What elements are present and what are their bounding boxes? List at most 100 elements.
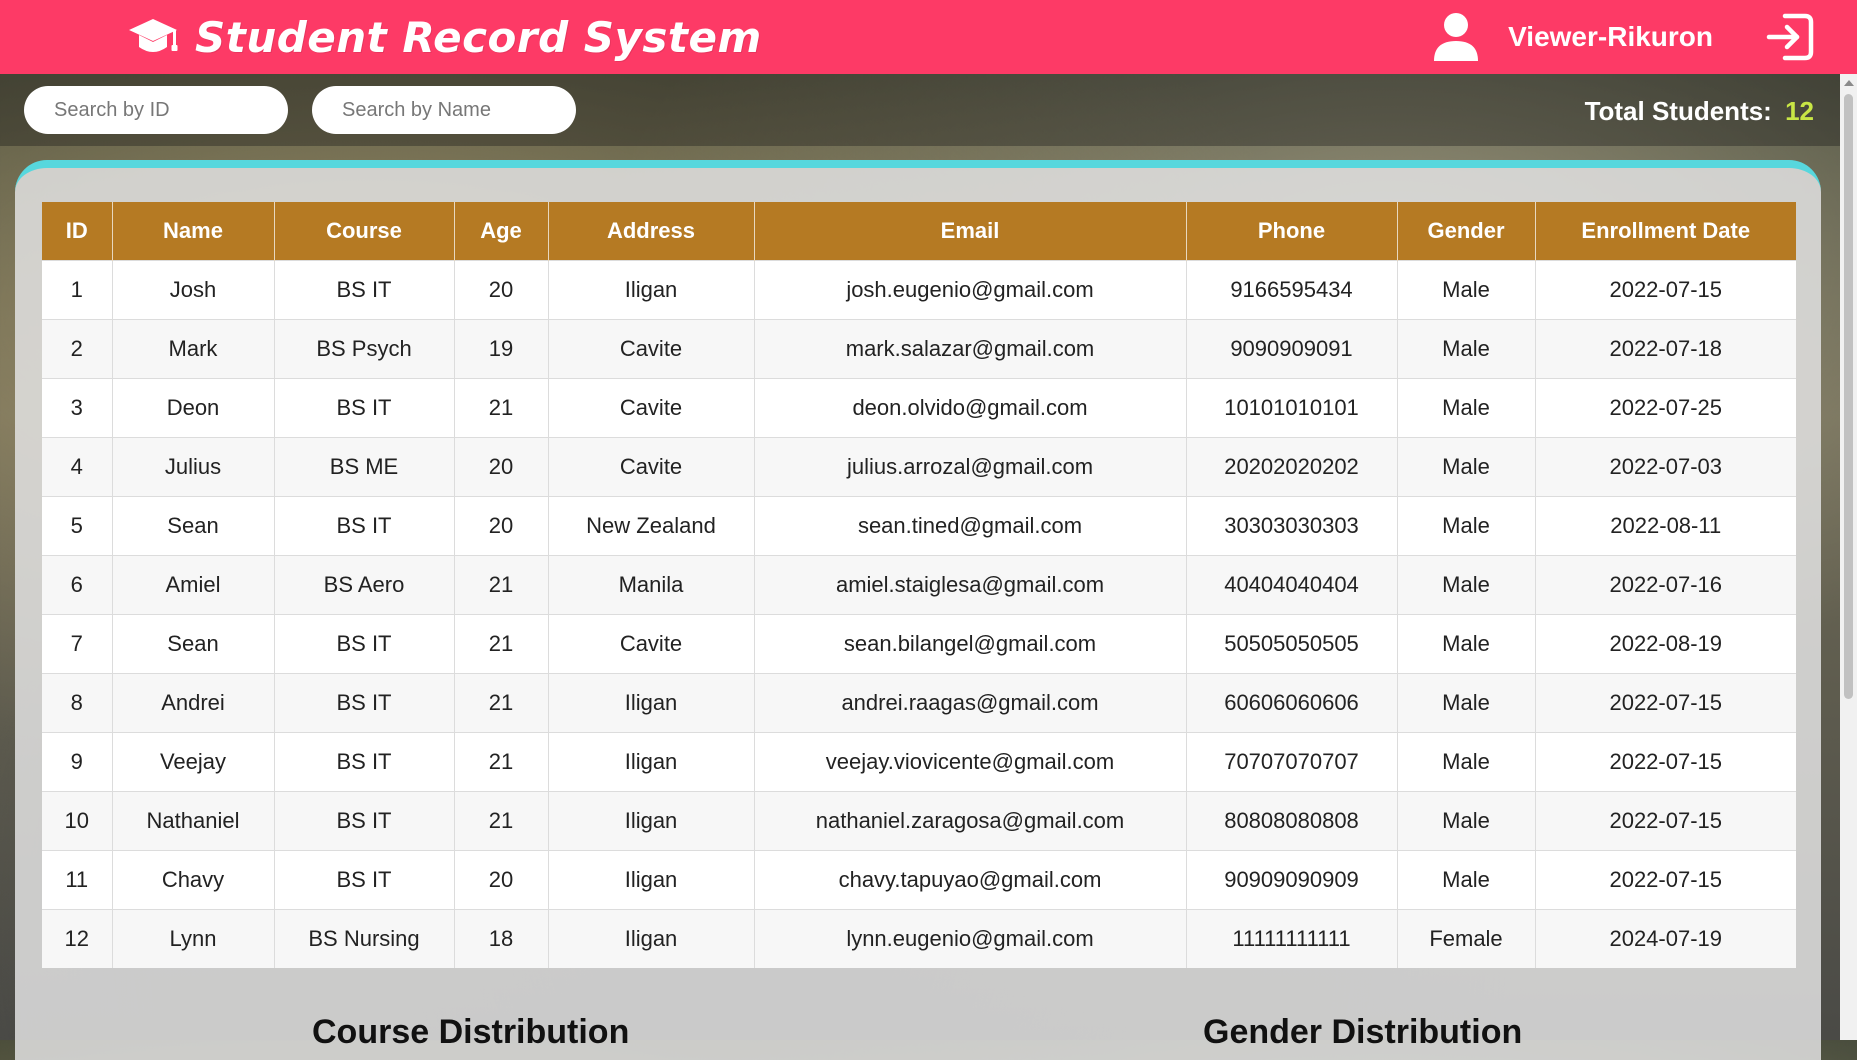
cell-email: julius.arrozal@gmail.com	[754, 437, 1187, 497]
cell-age: 20	[454, 850, 549, 910]
student-table-container: ID Name Course Age Address Email Phone Gender En…	[42, 202, 1796, 968]
cell-email: deon.olvido@gmail.com	[754, 378, 1187, 438]
cell-email: sean.tined@gmail.com	[754, 496, 1187, 556]
cell-name: Mark	[112, 319, 275, 379]
column-header-name: Name	[112, 202, 275, 261]
table-row: 3 Deon BS IT 21 Cavite deon.olvido@gmail.com 1…	[42, 378, 1796, 438]
cell-phone: 70707070707	[1186, 732, 1398, 792]
cell-address: Iligan	[548, 260, 755, 320]
cell-email: veejay.viovicente@gmail.com	[754, 732, 1187, 792]
graduation-cap-icon	[127, 11, 179, 63]
search-by-id-input[interactable]	[24, 86, 288, 134]
cell-course: BS IT	[274, 614, 455, 674]
cell-course: BS Psych	[274, 319, 455, 379]
cell-id: 10	[42, 791, 113, 851]
column-header-phone: Phone	[1186, 202, 1398, 261]
cell-phone: 11111111111	[1186, 909, 1398, 968]
search-toolbar: Total Students: 12	[0, 74, 1840, 146]
scroll-up-arrow-icon[interactable]	[1844, 80, 1854, 86]
cell-gender: Female	[1397, 909, 1536, 968]
cell-age: 20	[454, 260, 549, 320]
cell-email: josh.eugenio@gmail.com	[754, 260, 1187, 320]
cell-gender: Male	[1397, 319, 1536, 379]
cell-phone: 9090909091	[1186, 319, 1398, 379]
table-row: 11 Chavy BS IT 20 Iligan chavy.tapuyao@gmail.…	[42, 850, 1796, 910]
table-row: 7 Sean BS IT 21 Cavite sean.bilangel@gmail.co…	[42, 614, 1796, 674]
table-header-row: ID Name Course Age Address Email Phone Gender En…	[42, 202, 1796, 261]
cell-enrollment-date: 2022-07-16	[1535, 555, 1796, 615]
cell-id: 5	[42, 496, 113, 556]
cell-email: sean.bilangel@gmail.com	[754, 614, 1187, 674]
cell-address: Manila	[548, 555, 755, 615]
cell-course: BS IT	[274, 378, 455, 438]
cell-enrollment-date: 2022-07-03	[1535, 437, 1796, 497]
cell-id: 1	[42, 260, 113, 320]
page-scrollbar[interactable]	[1840, 74, 1857, 1040]
table-row: 8 Andrei BS IT 21 Iligan andrei.raagas@gmail.…	[42, 673, 1796, 733]
cell-id: 7	[42, 614, 113, 674]
cell-id: 11	[42, 850, 113, 910]
column-header-address: Address	[548, 202, 755, 261]
gender-distribution-title: Gender Distribution	[1203, 1013, 1523, 1051]
cell-course: BS ME	[274, 437, 455, 497]
cell-phone: 40404040404	[1186, 555, 1398, 615]
user-area: Viewer-Rikuron	[1432, 8, 1817, 66]
cell-age: 19	[454, 319, 549, 379]
table-row: 2 Mark BS Psych 19 Cavite mark.salazar@gmail.…	[42, 319, 1796, 379]
cell-enrollment-date: 2022-07-18	[1535, 319, 1796, 379]
cell-phone: 90909090909	[1186, 850, 1398, 910]
content-panel: ID Name Course Age Address Email Phone Gender En…	[15, 160, 1821, 1060]
cell-phone: 10101010101	[1186, 378, 1398, 438]
cell-id: 12	[42, 909, 113, 968]
search-by-name-input[interactable]	[312, 86, 576, 134]
cell-id: 9	[42, 732, 113, 792]
cell-name: Sean	[112, 614, 275, 674]
cell-course: BS IT	[274, 673, 455, 733]
total-students: Total Students: 12	[1585, 96, 1814, 127]
cell-gender: Male	[1397, 791, 1536, 851]
cell-course: BS IT	[274, 496, 455, 556]
column-header-gender: Gender	[1397, 202, 1536, 261]
course-distribution-title: Course Distribution	[312, 1013, 630, 1051]
cell-age: 21	[454, 791, 549, 851]
cell-name: Sean	[112, 496, 275, 556]
cell-course: BS IT	[274, 260, 455, 320]
cell-age: 21	[454, 673, 549, 733]
cell-enrollment-date: 2022-07-15	[1535, 850, 1796, 910]
cell-name: Chavy	[112, 850, 275, 910]
user-icon	[1432, 11, 1480, 63]
cell-enrollment-date: 2022-08-11	[1535, 496, 1796, 556]
cell-address: Cavite	[548, 437, 755, 497]
cell-email: amiel.staiglesa@gmail.com	[754, 555, 1187, 615]
cell-phone: 60606060606	[1186, 673, 1398, 733]
cell-address: Iligan	[548, 732, 755, 792]
column-header-email: Email	[754, 202, 1187, 261]
cell-email: nathaniel.zaragosa@gmail.com	[754, 791, 1187, 851]
cell-name: Amiel	[112, 555, 275, 615]
table-row: 10 Nathaniel BS IT 21 Iligan nathaniel.zarago…	[42, 791, 1796, 851]
logout-icon[interactable]	[1763, 10, 1817, 64]
cell-course: BS Aero	[274, 555, 455, 615]
scrollbar-thumb[interactable]	[1844, 94, 1853, 699]
cell-name: Julius	[112, 437, 275, 497]
cell-enrollment-date: 2022-07-25	[1535, 378, 1796, 438]
cell-course: BS Nursing	[274, 909, 455, 968]
cell-address: Cavite	[548, 319, 755, 379]
app-title: Student Record System	[195, 12, 762, 62]
table-row: 4 Julius BS ME 20 Cavite julius.arrozal@gmail…	[42, 437, 1796, 497]
cell-email: chavy.tapuyao@gmail.com	[754, 850, 1187, 910]
cell-phone: 50505050505	[1186, 614, 1398, 674]
cell-address: Iligan	[548, 791, 755, 851]
cell-name: Deon	[112, 378, 275, 438]
cell-name: Veejay	[112, 732, 275, 792]
cell-course: BS IT	[274, 732, 455, 792]
cell-address: New Zealand	[548, 496, 755, 556]
cell-age: 21	[454, 378, 549, 438]
cell-age: 18	[454, 909, 549, 968]
app-header: Student Record System Viewer-Rikuron	[0, 0, 1857, 74]
cell-age: 21	[454, 614, 549, 674]
table-row: 12 Lynn BS Nursing 18 Iligan lynn.eugenio@gma…	[42, 909, 1796, 968]
column-header-age: Age	[454, 202, 549, 261]
student-table: ID Name Course Age Address Email Phone Gender En…	[42, 202, 1796, 968]
cell-email: mark.salazar@gmail.com	[754, 319, 1187, 379]
